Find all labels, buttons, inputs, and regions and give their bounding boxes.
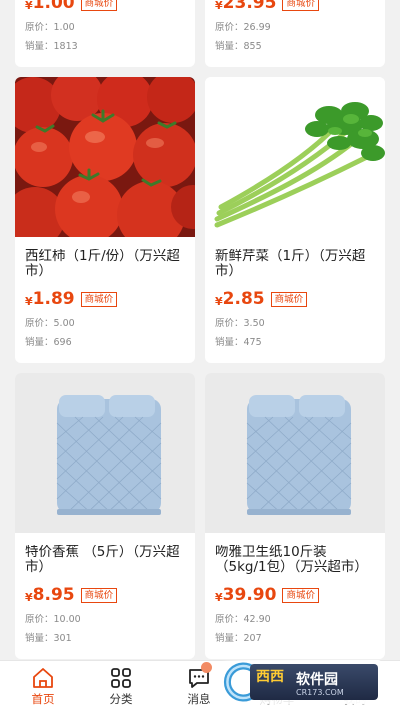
product-name: 新鲜芹菜（1斤）（万兴超市） (215, 249, 366, 279)
original-price: 原价：42.90 (215, 614, 271, 625)
mall-price-tag: 商城价 (270, 291, 308, 307)
product-price: 1.89 (32, 289, 75, 309)
sales-count: 销量：207 (215, 633, 262, 644)
original-price: 原价：5.00 (25, 318, 75, 329)
original-price: 原价：10.00 (25, 614, 81, 625)
currency-symbol: ¥ (215, 590, 223, 604)
product-price: 2.85 (222, 289, 265, 309)
currency-symbol: ¥ (215, 294, 223, 308)
mall-price-tag: 商城价 (80, 587, 118, 603)
mall-price-tag: 商城价 (282, 587, 319, 603)
watermark-logo: 西西 软件园 CR173.COM (220, 660, 382, 704)
tab-home-label: 首页 (31, 692, 55, 706)
product-image-placeholder-mattress (205, 373, 385, 533)
product-image-celery (205, 77, 385, 237)
original-price: 原价：26.99 (215, 22, 271, 33)
product-price: 23.95 (222, 0, 277, 13)
mall-price-tag: 商城价 (80, 0, 118, 11)
sales-count: 销量：855 (215, 41, 262, 52)
product-card-tomato[interactable]: 西红柿（1斤/份）（万兴超市） ¥ 1.89 商城价 原价：5.00 销量：69… (15, 77, 195, 363)
unread-badge (201, 662, 212, 673)
product-grid: ¥ 1.00 商城价 原价：1.00 销量：1813 ¥ 23.95 商城价 原… (0, 0, 400, 660)
watermark-name: 软件园 (296, 672, 338, 688)
tab-category-label: 分类 (109, 692, 133, 706)
product-image-tomatoes (15, 77, 195, 237)
product-price: 8.95 (32, 585, 75, 605)
product-card[interactable]: ¥ 1.00 商城价 原价：1.00 销量：1813 (15, 0, 195, 67)
currency-symbol: ¥ (25, 294, 33, 308)
sales-count: 销量：301 (25, 633, 72, 644)
product-price: 39.90 (222, 585, 277, 605)
mall-price-tag: 商城价 (80, 291, 118, 307)
product-price: 1.00 (32, 0, 75, 13)
product-name: 特价香蕉 （5斤）（万兴超市） (25, 545, 180, 575)
currency-symbol: ¥ (25, 590, 33, 604)
original-price: 原价：1.00 (25, 22, 75, 33)
product-name: 吻雅卫生纸10斤装（5kg/1包）（万兴超市） (215, 545, 368, 575)
sales-count: 销量：696 (25, 337, 72, 348)
home-icon (33, 668, 53, 688)
grid-icon (111, 668, 131, 688)
product-card[interactable]: ¥ 23.95 商城价 原价：26.99 销量：855 (205, 0, 385, 67)
original-price: 原价：3.50 (215, 318, 265, 329)
tab-home[interactable]: 首页 (3, 661, 83, 711)
product-image-placeholder-mattress (15, 373, 195, 533)
product-card-celery[interactable]: 新鲜芹菜（1斤）（万兴超市） ¥ 2.85 商城价 原价：3.50 销量：475 (205, 77, 385, 363)
sales-count: 销量：1813 (25, 41, 78, 52)
mall-price-tag: 商城价 (282, 0, 319, 11)
tab-category[interactable]: 分类 (81, 661, 161, 711)
product-card-banana[interactable]: 特价香蕉 （5斤）（万兴超市） ¥ 8.95 商城价 原价：10.00 销量：3… (15, 373, 195, 659)
watermark-brand: 西西 (256, 669, 284, 685)
product-name: 西红柿（1斤/份）（万兴超市） (25, 249, 180, 279)
product-card-tissue[interactable]: 吻雅卫生纸10斤装（5kg/1包）（万兴超市） ¥ 39.90 商城价 原价：4… (205, 373, 385, 659)
currency-symbol: ¥ (215, 0, 223, 12)
sales-count: 销量：475 (215, 337, 262, 348)
watermark-url: CR173.COM (296, 688, 344, 697)
currency-symbol: ¥ (25, 0, 33, 12)
